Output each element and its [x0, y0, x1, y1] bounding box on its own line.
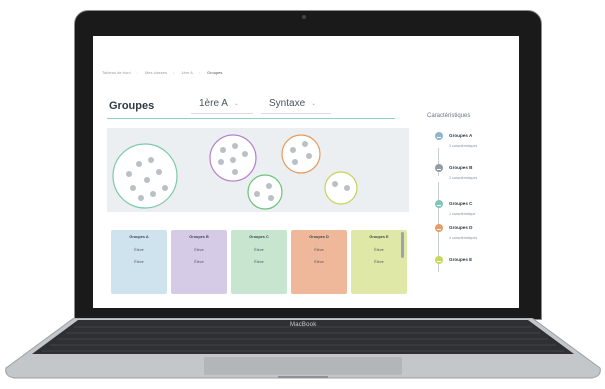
side-group-name: Groupes C	[449, 201, 473, 206]
side-group-sub: 2 caractéristiques	[449, 176, 478, 180]
group-card-c[interactable]: Groupes C Élève Élève	[231, 230, 287, 294]
breadcrumb-separator: /	[198, 70, 200, 75]
breadcrumb-item[interactable]: Tableau de bord	[102, 70, 131, 75]
group-card-e[interactable]: Groupes E Élève Élève	[351, 230, 407, 294]
webcam	[302, 15, 306, 19]
breadcrumb-separator: /	[172, 70, 175, 75]
card-row: Élève	[374, 248, 384, 252]
page-title: Groupes	[109, 100, 155, 112]
card-row: Élève	[194, 248, 204, 252]
check-icon	[435, 224, 443, 232]
card-title: Groupes A	[129, 235, 149, 239]
breadcrumb-item[interactable]: 1ère A	[181, 70, 193, 75]
card-row: Élève	[254, 248, 264, 252]
card-title: Groupes B	[189, 235, 209, 239]
side-group-sub: 3 caractéristiques	[449, 144, 478, 148]
card-row: Élève	[194, 260, 204, 264]
breadcrumb-current: Groupes	[207, 70, 223, 75]
group-card-b[interactable]: Groupes B Élève Élève	[171, 230, 227, 294]
check-icon	[435, 200, 443, 208]
class-select-value: 1ère A	[199, 98, 228, 109]
side-group-name: Groupes A	[449, 133, 473, 138]
chevron-down-icon: ⌄	[311, 101, 317, 107]
app-screen: Tableau de bord / Mes classes / 1ère A / Gr…	[93, 36, 519, 308]
group-card-d[interactable]: Groupes D Élève Élève	[291, 230, 347, 294]
side-group-name: Groupes E	[449, 257, 473, 262]
check-icon	[435, 164, 443, 172]
breadcrumb-separator: /	[136, 70, 138, 75]
side-group-name: Groupes B	[449, 165, 473, 170]
cards-scrollbar[interactable]	[401, 232, 404, 258]
card-title: Groupes C	[249, 235, 269, 239]
group-card-a[interactable]: Groupes A Élève Élève	[111, 230, 167, 294]
check-icon	[435, 256, 443, 264]
chevron-down-icon: ⌄	[233, 101, 239, 107]
topic-select[interactable]: Syntaxe ⌄	[261, 94, 331, 114]
card-row: Élève	[314, 248, 324, 252]
bubble-green[interactable]	[247, 174, 283, 210]
card-title: Groupes D	[309, 235, 329, 239]
card-row: Élève	[374, 260, 384, 264]
card-title: Groupes E	[369, 235, 389, 239]
group-cards: Groupes A Élève Élève Groupes B Élève Él…	[107, 230, 409, 302]
brand-label: MacBook	[290, 322, 317, 328]
header-divider	[107, 118, 395, 119]
bubble-lime[interactable]	[324, 171, 358, 205]
class-select[interactable]: 1ère A ⌄	[191, 94, 253, 114]
bubbles-svg	[112, 134, 358, 210]
card-row: Élève	[314, 260, 324, 264]
breadcrumb: Tableau de bord / Mes classes / 1ère A / Gr…	[102, 70, 228, 75]
side-group-sub: 4 caractéristiques	[449, 236, 478, 240]
card-row: Élève	[134, 260, 144, 264]
side-group-sub: 1 caractéristique	[449, 212, 476, 216]
check-icon	[435, 132, 443, 140]
bubble-orange[interactable]	[281, 134, 321, 174]
card-row: Élève	[254, 260, 264, 264]
topic-select-value: Syntaxe	[269, 98, 306, 109]
card-row: Élève	[134, 248, 144, 252]
breadcrumb-item[interactable]: Mes classes	[145, 70, 167, 75]
laptop-mockup: Tableau de bord / Mes classes / 1ère A / Gr…	[0, 0, 605, 389]
groups-canvas	[107, 128, 409, 212]
side-group-name: Groupes D	[449, 225, 473, 230]
bubble-large[interactable]	[112, 143, 178, 209]
bubble-purple[interactable]	[209, 134, 257, 182]
sidebar-title: Caractéristiques	[427, 113, 471, 119]
